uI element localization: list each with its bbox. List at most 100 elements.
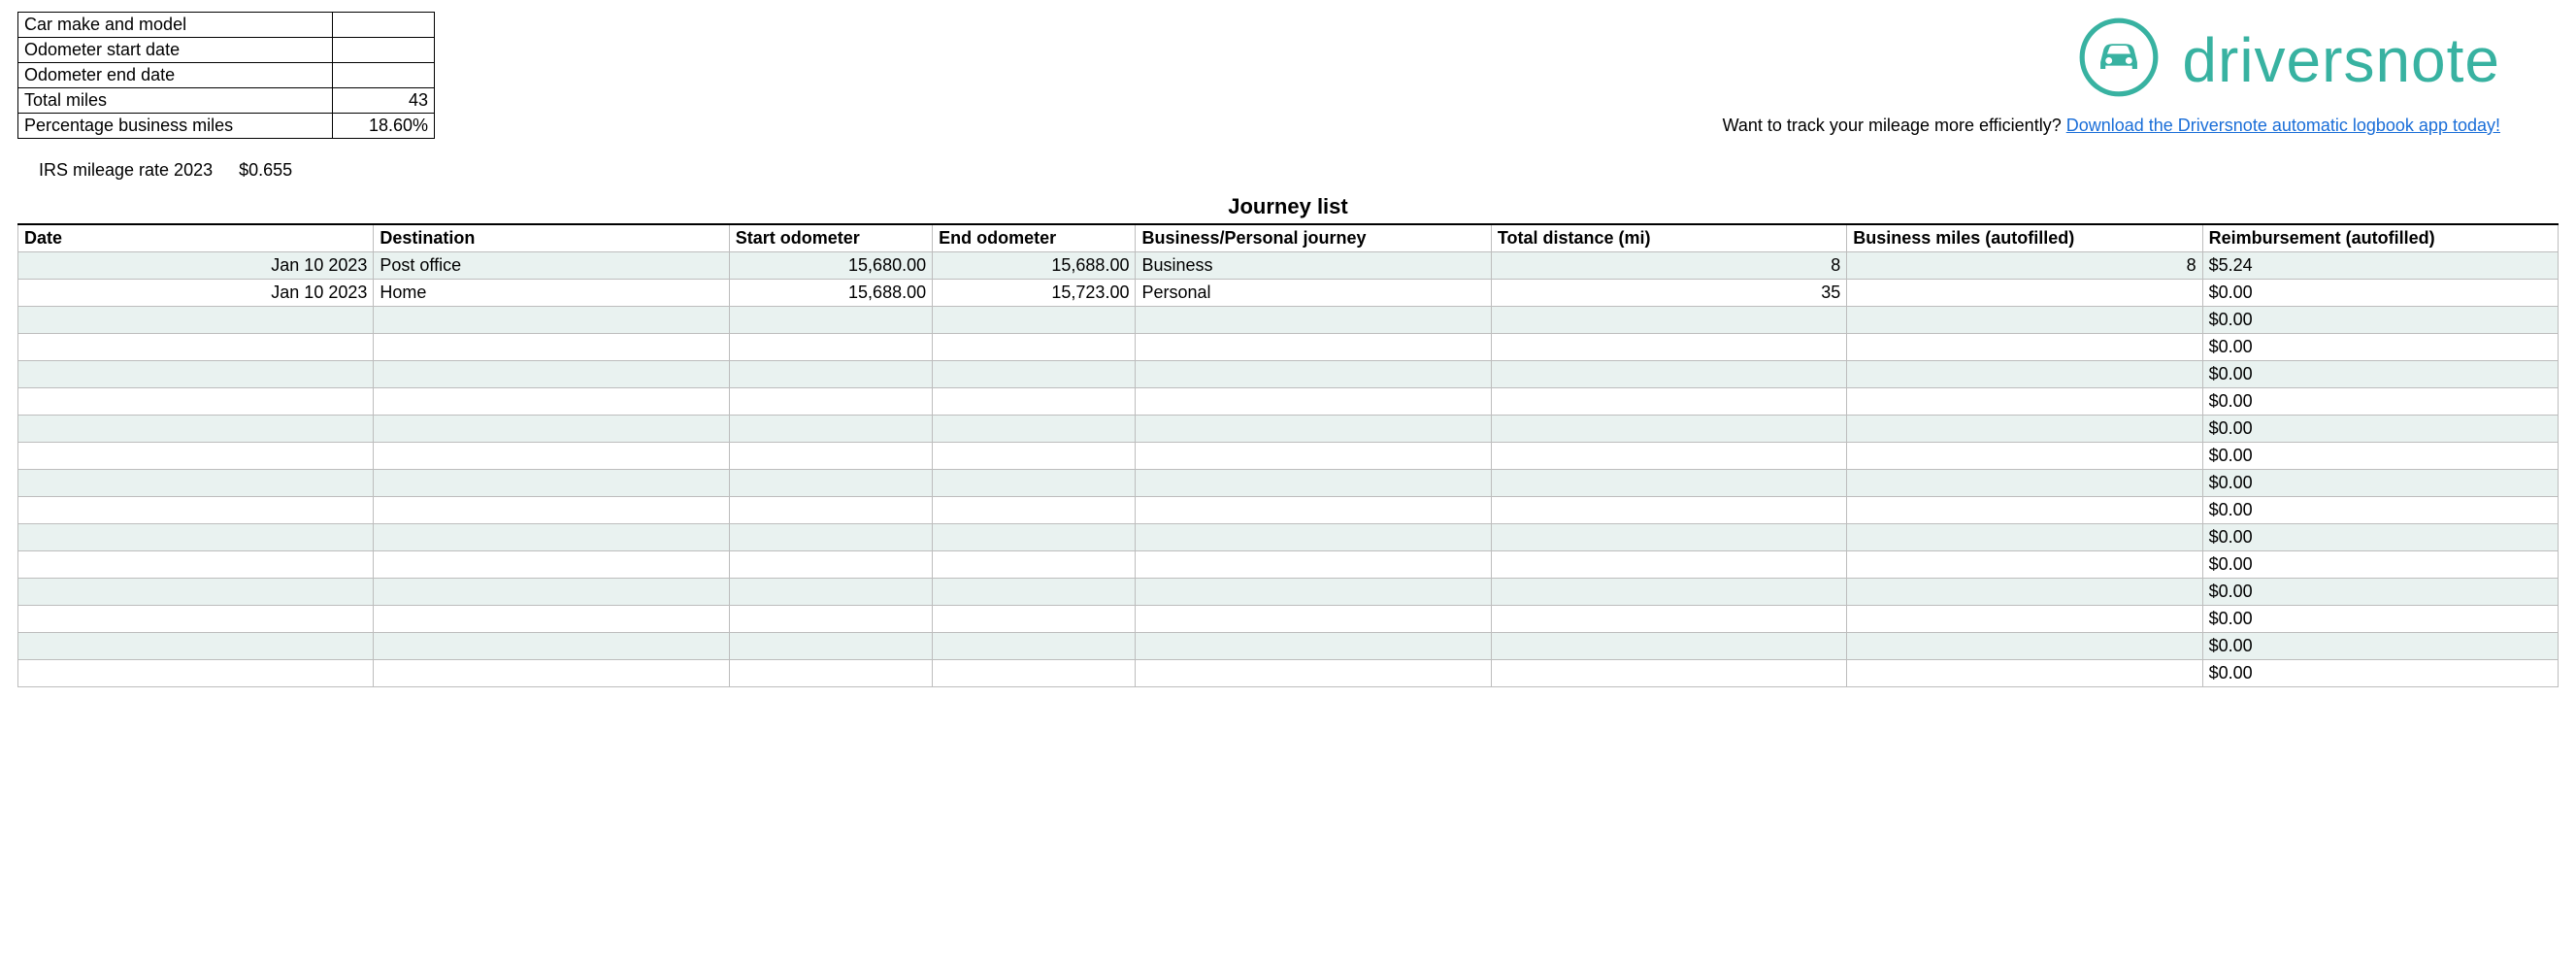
cell-date[interactable] — [18, 443, 374, 470]
summary-value[interactable] — [332, 63, 434, 88]
cell-end[interactable] — [933, 606, 1136, 633]
cell-biz[interactable] — [1847, 551, 2202, 579]
cell-date[interactable] — [18, 524, 374, 551]
cell-dist[interactable] — [1491, 606, 1846, 633]
cell-biz[interactable] — [1847, 388, 2202, 416]
cell-date[interactable] — [18, 470, 374, 497]
cell-dist[interactable] — [1491, 361, 1846, 388]
cell-end[interactable] — [933, 524, 1136, 551]
summary-label[interactable]: Percentage business miles — [18, 114, 333, 139]
cell-date[interactable] — [18, 606, 374, 633]
cell-biz[interactable] — [1847, 443, 2202, 470]
cell-start[interactable]: 15,688.00 — [729, 280, 932, 307]
cell-biz[interactable] — [1847, 524, 2202, 551]
cell-end[interactable] — [933, 660, 1136, 687]
cell-reimb[interactable]: $0.00 — [2202, 361, 2558, 388]
cell-reimb[interactable]: $0.00 — [2202, 443, 2558, 470]
cell-end[interactable] — [933, 470, 1136, 497]
cell-type[interactable] — [1136, 497, 1491, 524]
cell-dest[interactable]: Home — [374, 280, 729, 307]
cell-dist[interactable]: 35 — [1491, 280, 1846, 307]
summary-label[interactable]: Car make and model — [18, 13, 333, 38]
cell-type[interactable] — [1136, 524, 1491, 551]
cell-start[interactable] — [729, 307, 932, 334]
cell-reimb[interactable]: $0.00 — [2202, 497, 2558, 524]
cell-date[interactable]: Jan 10 2023 — [18, 252, 374, 280]
cell-type[interactable] — [1136, 660, 1491, 687]
cell-biz[interactable] — [1847, 334, 2202, 361]
cell-start[interactable] — [729, 416, 932, 443]
cell-start[interactable] — [729, 551, 932, 579]
cell-reimb[interactable]: $0.00 — [2202, 470, 2558, 497]
cell-date[interactable] — [18, 361, 374, 388]
cell-reimb[interactable]: $5.24 — [2202, 252, 2558, 280]
cell-biz[interactable] — [1847, 416, 2202, 443]
cell-date[interactable] — [18, 416, 374, 443]
cell-end[interactable]: 15,723.00 — [933, 280, 1136, 307]
cell-date[interactable] — [18, 307, 374, 334]
cell-dest[interactable] — [374, 443, 729, 470]
cell-start[interactable] — [729, 497, 932, 524]
cell-dist[interactable] — [1491, 388, 1846, 416]
cell-start[interactable] — [729, 361, 932, 388]
summary-label[interactable]: Total miles — [18, 88, 333, 114]
cell-biz[interactable] — [1847, 497, 2202, 524]
cell-type[interactable] — [1136, 361, 1491, 388]
cell-reimb[interactable]: $0.00 — [2202, 633, 2558, 660]
cell-start[interactable] — [729, 524, 932, 551]
summary-value[interactable]: 18.60% — [332, 114, 434, 139]
cell-dist[interactable] — [1491, 443, 1846, 470]
cell-biz[interactable] — [1847, 307, 2202, 334]
cell-type[interactable] — [1136, 307, 1491, 334]
cell-end[interactable] — [933, 497, 1136, 524]
cell-end[interactable]: 15,688.00 — [933, 252, 1136, 280]
cell-reimb[interactable]: $0.00 — [2202, 416, 2558, 443]
cell-biz[interactable] — [1847, 606, 2202, 633]
cell-start[interactable] — [729, 443, 932, 470]
cell-biz[interactable] — [1847, 579, 2202, 606]
cell-dest[interactable] — [374, 470, 729, 497]
summary-value[interactable] — [332, 38, 434, 63]
cell-type[interactable] — [1136, 551, 1491, 579]
cell-type[interactable] — [1136, 416, 1491, 443]
cell-reimb[interactable]: $0.00 — [2202, 280, 2558, 307]
cell-start[interactable] — [729, 388, 932, 416]
cell-dist[interactable] — [1491, 633, 1846, 660]
cell-biz[interactable]: 8 — [1847, 252, 2202, 280]
cell-dest[interactable] — [374, 579, 729, 606]
cell-date[interactable]: Jan 10 2023 — [18, 280, 374, 307]
cell-type[interactable]: Business — [1136, 252, 1491, 280]
cell-reimb[interactable]: $0.00 — [2202, 551, 2558, 579]
cell-type[interactable] — [1136, 606, 1491, 633]
cell-type[interactable] — [1136, 470, 1491, 497]
cell-date[interactable] — [18, 334, 374, 361]
cell-biz[interactable] — [1847, 280, 2202, 307]
cell-end[interactable] — [933, 579, 1136, 606]
cell-dest[interactable] — [374, 334, 729, 361]
cell-dist[interactable] — [1491, 660, 1846, 687]
summary-value[interactable] — [332, 13, 434, 38]
cell-dist[interactable] — [1491, 579, 1846, 606]
cell-dist[interactable] — [1491, 497, 1846, 524]
cell-reimb[interactable]: $0.00 — [2202, 660, 2558, 687]
cell-end[interactable] — [933, 443, 1136, 470]
cell-dest[interactable] — [374, 524, 729, 551]
summary-label[interactable]: Odometer start date — [18, 38, 333, 63]
cell-dist[interactable] — [1491, 524, 1846, 551]
cell-reimb[interactable]: $0.00 — [2202, 606, 2558, 633]
cell-date[interactable] — [18, 551, 374, 579]
cell-dest[interactable] — [374, 660, 729, 687]
cell-dest[interactable] — [374, 497, 729, 524]
cell-start[interactable] — [729, 470, 932, 497]
cell-dest[interactable] — [374, 606, 729, 633]
cell-dest[interactable] — [374, 388, 729, 416]
summary-label[interactable]: Odometer end date — [18, 63, 333, 88]
cell-end[interactable] — [933, 334, 1136, 361]
cell-dist[interactable] — [1491, 416, 1846, 443]
cell-end[interactable] — [933, 551, 1136, 579]
summary-value[interactable]: 43 — [332, 88, 434, 114]
cell-end[interactable] — [933, 361, 1136, 388]
cell-type[interactable] — [1136, 579, 1491, 606]
cell-end[interactable] — [933, 307, 1136, 334]
cell-end[interactable] — [933, 388, 1136, 416]
